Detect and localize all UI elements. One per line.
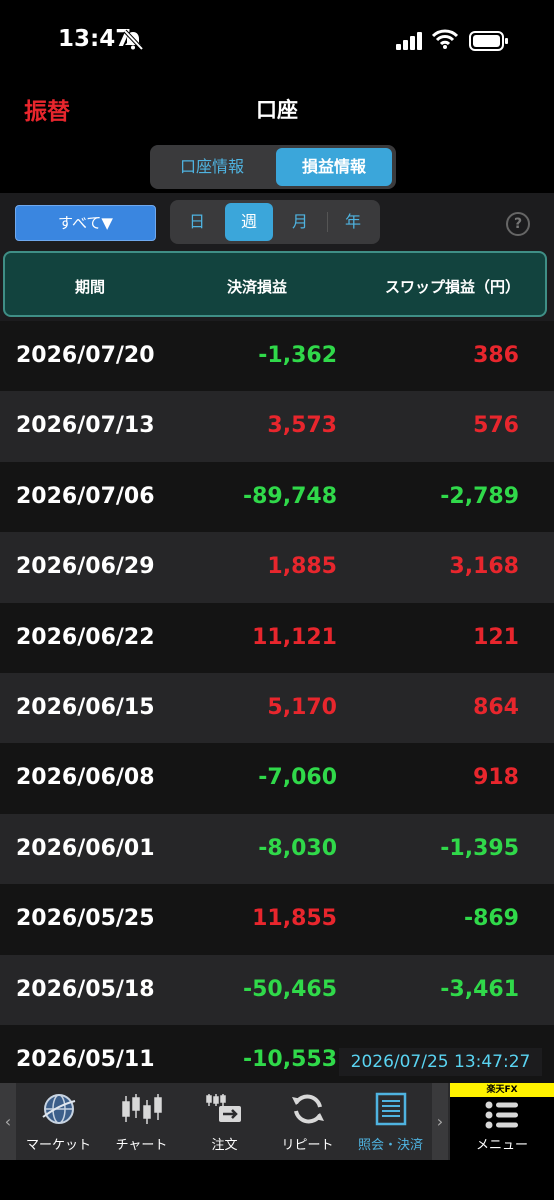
row-date: 2026/06/01	[16, 835, 155, 861]
period-day-button[interactable]: 日	[173, 203, 221, 241]
table-row[interactable]: 2026/07/06 -89,748 -2,789	[0, 461, 554, 533]
tab-menu[interactable]: 楽天FX メニュー	[450, 1083, 554, 1160]
table-row[interactable]: 2026/07/20 -1,362 386	[0, 321, 554, 392]
brand-logo: 楽天FX	[450, 1083, 554, 1097]
repeat-icon	[266, 1091, 349, 1127]
pl-content: すべて▼ 日 週 月 年 ? 期間 決済損益 スワップ損益（円） 2026/07…	[0, 193, 554, 1083]
row-swap-pl: -3,461	[440, 976, 519, 1002]
table-row[interactable]: 2026/05/25 11,855 -869	[0, 884, 554, 955]
row-date: 2026/05/25	[16, 906, 155, 932]
home-indicator-area	[0, 1160, 554, 1200]
tab-chart[interactable]: チャート	[100, 1083, 183, 1160]
scroll-left-arrow[interactable]: ‹	[0, 1083, 16, 1160]
page-title: 口座	[256, 98, 298, 122]
table-row[interactable]: 2026/06/08 -7,060 918	[0, 743, 554, 814]
row-swap-pl: 3,168	[449, 554, 519, 580]
row-settlement-pl: -89,748	[242, 483, 337, 509]
tab-market-label: マーケット	[25, 1138, 91, 1153]
row-settlement-pl: 1,885	[267, 554, 337, 580]
row-date: 2026/05/18	[16, 976, 155, 1002]
table-header: 期間 決済損益 スワップ損益（円）	[3, 251, 547, 317]
row-date: 2026/06/22	[16, 624, 155, 650]
table-row[interactable]: 2026/06/29 1,885 3,168	[0, 532, 554, 603]
row-swap-pl: -1,395	[440, 835, 519, 861]
row-settlement-pl: -50,465	[242, 976, 337, 1002]
tab-inquiry-settlement[interactable]: 照会・決済	[349, 1083, 432, 1160]
tab-menu-label: メニュー	[475, 1138, 528, 1153]
header-settlement-pl: 決済損益	[227, 278, 288, 296]
row-swap-pl: -869	[463, 906, 519, 932]
row-date: 2026/05/11	[16, 1046, 155, 1072]
row-swap-pl: 576	[473, 413, 519, 439]
row-swap-pl: -2,789	[440, 483, 519, 509]
tab-repeat[interactable]: リピート	[266, 1083, 349, 1160]
tabs-strip: ‹ マーケット チャート 注文 リピート 照会・決済 ›	[0, 1083, 450, 1160]
row-date: 2026/06/15	[16, 694, 155, 720]
row-swap-pl: 918	[473, 765, 519, 791]
table-row[interactable]: 2026/06/22 11,121 121	[0, 602, 554, 673]
row-settlement-pl: 11,121	[252, 624, 337, 650]
tab-chart-label: チャート	[115, 1138, 168, 1153]
tab-order-label: 注文	[211, 1138, 238, 1153]
info-segmented-control: 口座情報 損益情報	[150, 145, 396, 189]
row-settlement-pl: -7,060	[258, 765, 337, 791]
candlestick-icon	[100, 1091, 183, 1127]
update-timestamp: 2026/07/25 13:47:27	[339, 1048, 542, 1076]
row-date: 2026/06/08	[16, 765, 155, 791]
help-icon[interactable]: ?	[506, 212, 530, 236]
tab-inquiry-settlement-label: 照会・決済	[357, 1138, 423, 1153]
row-date: 2026/07/06	[16, 483, 155, 509]
scroll-right-arrow[interactable]: ›	[432, 1083, 448, 1160]
row-swap-pl: 386	[473, 343, 519, 368]
row-date: 2026/07/13	[16, 413, 155, 439]
nav-bar: 振替 口座	[0, 80, 554, 136]
tab-order[interactable]: 注文	[183, 1083, 266, 1160]
bottom-tab-bar: ‹ マーケット チャート 注文 リピート 照会・決済 › 楽天FX メニュー	[0, 1083, 554, 1200]
wifi-icon	[432, 29, 458, 49]
row-settlement-pl: 3,573	[267, 413, 337, 439]
period-month-button[interactable]: 月	[276, 203, 324, 241]
row-settlement-pl: 5,170	[267, 694, 337, 720]
header-period: 期間	[75, 278, 106, 296]
signal-icon	[396, 32, 422, 50]
currency-filter-dropdown[interactable]: すべて▼	[15, 205, 156, 241]
table-row[interactable]: 2026/05/18 -50,465 -3,461	[0, 954, 554, 1025]
table-row[interactable]: 2026/06/15 5,170 864	[0, 672, 554, 744]
tab-pl-info[interactable]: 損益情報	[276, 148, 392, 186]
tab-market[interactable]: マーケット	[17, 1083, 100, 1160]
row-swap-pl: 121	[473, 624, 519, 650]
row-settlement-pl: 11,855	[252, 906, 337, 932]
row-settlement-pl: -8,030	[258, 835, 337, 861]
order-icon	[183, 1091, 266, 1127]
period-week-button[interactable]: 週	[225, 203, 273, 241]
row-settlement-pl: -10,553	[242, 1046, 337, 1072]
status-time: 13:47	[58, 26, 132, 52]
tab-account-info[interactable]: 口座情報	[154, 148, 270, 186]
period-year-button[interactable]: 年	[329, 203, 377, 241]
row-swap-pl: 864	[473, 694, 519, 720]
header-swap-pl: スワップ損益（円）	[385, 278, 521, 296]
table-row[interactable]: 2026/07/13 3,573 576	[0, 391, 554, 462]
row-date: 2026/07/20	[16, 343, 155, 368]
globe-icon	[17, 1091, 100, 1127]
pl-table-body: 2026/07/20 -1,362 386 2026/07/13 3,573 5…	[0, 321, 554, 1083]
battery-icon	[469, 31, 508, 51]
period-selector: 日 週 月 年	[170, 200, 380, 244]
table-row[interactable]: 2026/06/01 -8,030 -1,395	[0, 813, 554, 885]
menu-list-icon	[485, 1101, 518, 1129]
divider	[327, 212, 328, 232]
row-date: 2026/06/29	[16, 554, 155, 580]
document-list-icon	[349, 1091, 432, 1127]
bell-muted-icon	[123, 29, 144, 51]
status-bar: 13:47	[0, 0, 554, 80]
row-settlement-pl: -1,362	[258, 343, 337, 368]
tab-repeat-label: リピート	[281, 1138, 334, 1153]
